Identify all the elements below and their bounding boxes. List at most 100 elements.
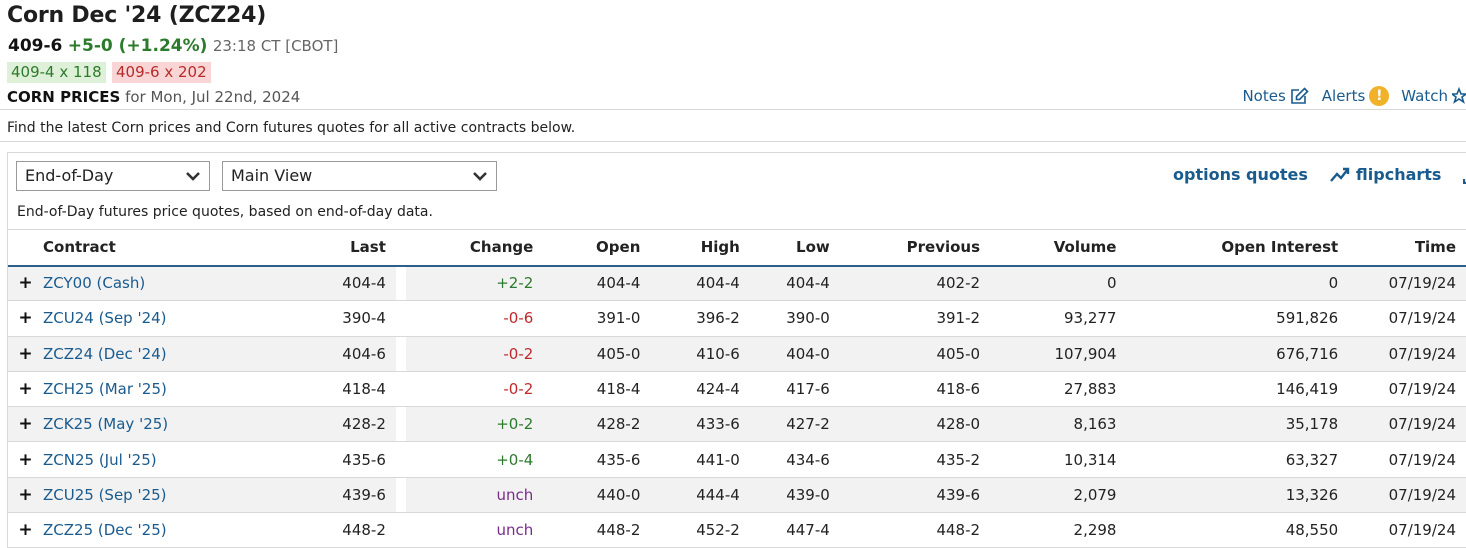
data-type-select[interactable]: End-of-Day (16, 161, 210, 191)
cell-time: 07/19/24 (1348, 441, 1466, 478)
col-time[interactable]: Time (1348, 229, 1466, 267)
contract-link[interactable]: ZCZ25 (Dec '25) (43, 521, 167, 539)
cell-volume: 27,883 (990, 371, 1127, 408)
flipcharts-label: flipcharts (1355, 165, 1442, 184)
cell-open-interest: 0 (1126, 265, 1349, 302)
cell-low: 404-4 (749, 265, 840, 302)
star-icon (1452, 87, 1466, 104)
cell-last: 404-6 (342, 336, 396, 372)
cell-time: 07/19/24 (1348, 300, 1466, 337)
expand-plus-icon[interactable]: + (8, 308, 43, 328)
watch-link[interactable]: Watch (1401, 87, 1466, 105)
cell-contract: + ZCU24 (Sep '24) (8, 300, 353, 337)
prices-date: for Mon, Jul 22nd, 2024 (125, 88, 301, 106)
last-price: 409-6 (8, 36, 63, 56)
options-quotes-label: options quotes (1173, 165, 1308, 184)
expand-plus-icon[interactable]: + (8, 273, 43, 293)
cell-contract: + ZCH25 (Mar '25) (8, 371, 353, 408)
cell-change: -0-2 (405, 371, 544, 408)
col-high[interactable]: High (650, 229, 750, 267)
divider (0, 141, 1466, 142)
cell-open: 405-0 (543, 336, 651, 372)
alerts-label: Alerts (1321, 87, 1366, 105)
col-contract[interactable]: Contract (8, 229, 353, 267)
expand-plus-icon[interactable]: + (8, 379, 43, 399)
col-open[interactable]: Open (543, 229, 651, 267)
cell-volume: 0 (990, 265, 1127, 302)
expand-plus-icon[interactable]: + (8, 414, 43, 434)
page-title: Corn Dec '24 (ZCZ24) (7, 3, 267, 28)
contract-link[interactable]: ZCZ24 (Dec '24) (43, 345, 167, 363)
cell-low: 447-4 (749, 512, 840, 548)
cell-time: 07/19/24 (1348, 406, 1466, 443)
expand-plus-icon[interactable]: + (8, 520, 43, 540)
quote-summary: 409-6 +5-0 (+1.24%) 23:18 CT [CBOT] (8, 36, 338, 56)
cell-change: -0-2 (405, 336, 544, 372)
cell-open: 404-4 (543, 265, 651, 302)
table-row: + ZCN25 (Jul '25) 435-6 +0-4 435-6 441-0 434-6… (8, 441, 1466, 478)
contract-link[interactable]: ZCN25 (Jul '25) (43, 451, 157, 469)
price-change: +5-0 (+1.24%) (67, 36, 208, 56)
alerts-link[interactable]: Alerts ! (1322, 86, 1390, 106)
chevron-down-icon (186, 172, 200, 181)
options-quotes-link[interactable]: options quotes (1173, 165, 1308, 184)
cell-open-interest: 63,327 (1126, 441, 1349, 478)
contract-link[interactable]: ZCK25 (May '25) (43, 415, 168, 433)
table-row: + ZCY00 (Cash) 404-4 +2-2 404-4 404-4 404-4 402… (8, 265, 1466, 302)
col-volume[interactable]: Volume (990, 229, 1127, 267)
cell-open-interest: 48,550 (1126, 512, 1349, 548)
cell-previous: 435-2 (839, 441, 991, 478)
expand-plus-icon[interactable]: + (8, 344, 43, 364)
cell-volume: 8,163 (990, 406, 1127, 443)
cell-volume: 107,904 (990, 336, 1127, 372)
data-source-note: End-of-Day futures price quotes, based o… (17, 204, 433, 220)
quote-time: 23:18 CT [CBOT] (212, 37, 339, 55)
cell-change: +0-4 (405, 441, 544, 478)
cell-low: 404-0 (749, 336, 840, 372)
cell-open: 440-0 (543, 477, 651, 514)
notes-link[interactable]: Notes (1242, 87, 1309, 105)
cell-open: 391-0 (543, 300, 651, 337)
cell-open-interest: 146,419 (1126, 371, 1349, 408)
cell-high: 424-4 (650, 371, 750, 408)
top-links: Notes Alerts ! Watch (1230, 86, 1466, 106)
col-open-interest[interactable]: Open Interest (1126, 229, 1349, 267)
data-type-value: End-of-Day (25, 166, 114, 185)
col-last[interactable]: Last (342, 229, 396, 267)
cell-high: 441-0 (650, 441, 750, 478)
cell-previous: 402-2 (839, 265, 991, 302)
table-header-row: Contract Last Change Open High Low Previ… (8, 229, 1466, 267)
cell-high: 444-4 (650, 477, 750, 514)
cell-low: 427-2 (749, 406, 840, 443)
cell-time: 07/19/24 (1348, 477, 1466, 514)
table-row: + ZCZ25 (Dec '25) 448-2 unch 448-2 452-2 447-4… (8, 512, 1466, 548)
cell-contract: + ZCZ24 (Dec '24) (8, 336, 353, 372)
col-low[interactable]: Low (749, 229, 840, 267)
cell-low: 390-0 (749, 300, 840, 337)
col-change[interactable]: Change (405, 229, 544, 267)
table-row: + ZCU24 (Sep '24) 390-4 -0-6 391-0 396-2 390-0… (8, 300, 1466, 337)
cell-high: 410-6 (650, 336, 750, 372)
cell-volume: 2,298 (990, 512, 1127, 548)
contract-link[interactable]: ZCY00 (Cash) (43, 274, 145, 292)
cell-last: 428-2 (342, 406, 396, 443)
cell-contract: + ZCU25 (Sep '25) (8, 477, 353, 514)
view-select[interactable]: Main View (222, 161, 497, 191)
cell-low: 434-6 (749, 441, 840, 478)
contract-link[interactable]: ZCH25 (Mar '25) (43, 380, 167, 398)
col-previous[interactable]: Previous (839, 229, 991, 267)
contract-link[interactable]: ZCU25 (Sep '25) (43, 486, 167, 504)
table-row: + ZCK25 (May '25) 428-2 +0-2 428-2 433-6 427-2… (8, 406, 1466, 443)
flipcharts-link[interactable]: flipcharts (1330, 165, 1442, 184)
bid-badge: 409-4 x 118 (7, 62, 106, 83)
contract-link[interactable]: ZCU24 (Sep '24) (43, 309, 167, 327)
expand-plus-icon[interactable]: + (8, 485, 43, 505)
panel-actions: options quotes flipcharts (1173, 165, 1466, 184)
cell-open-interest: 676,716 (1126, 336, 1349, 372)
expand-plus-icon[interactable]: + (8, 450, 43, 470)
divider (0, 109, 1466, 110)
alert-icon: ! (1369, 86, 1390, 106)
view-value: Main View (231, 166, 313, 185)
cell-contract: + ZCK25 (May '25) (8, 406, 353, 443)
cell-change: +2-2 (405, 265, 544, 302)
